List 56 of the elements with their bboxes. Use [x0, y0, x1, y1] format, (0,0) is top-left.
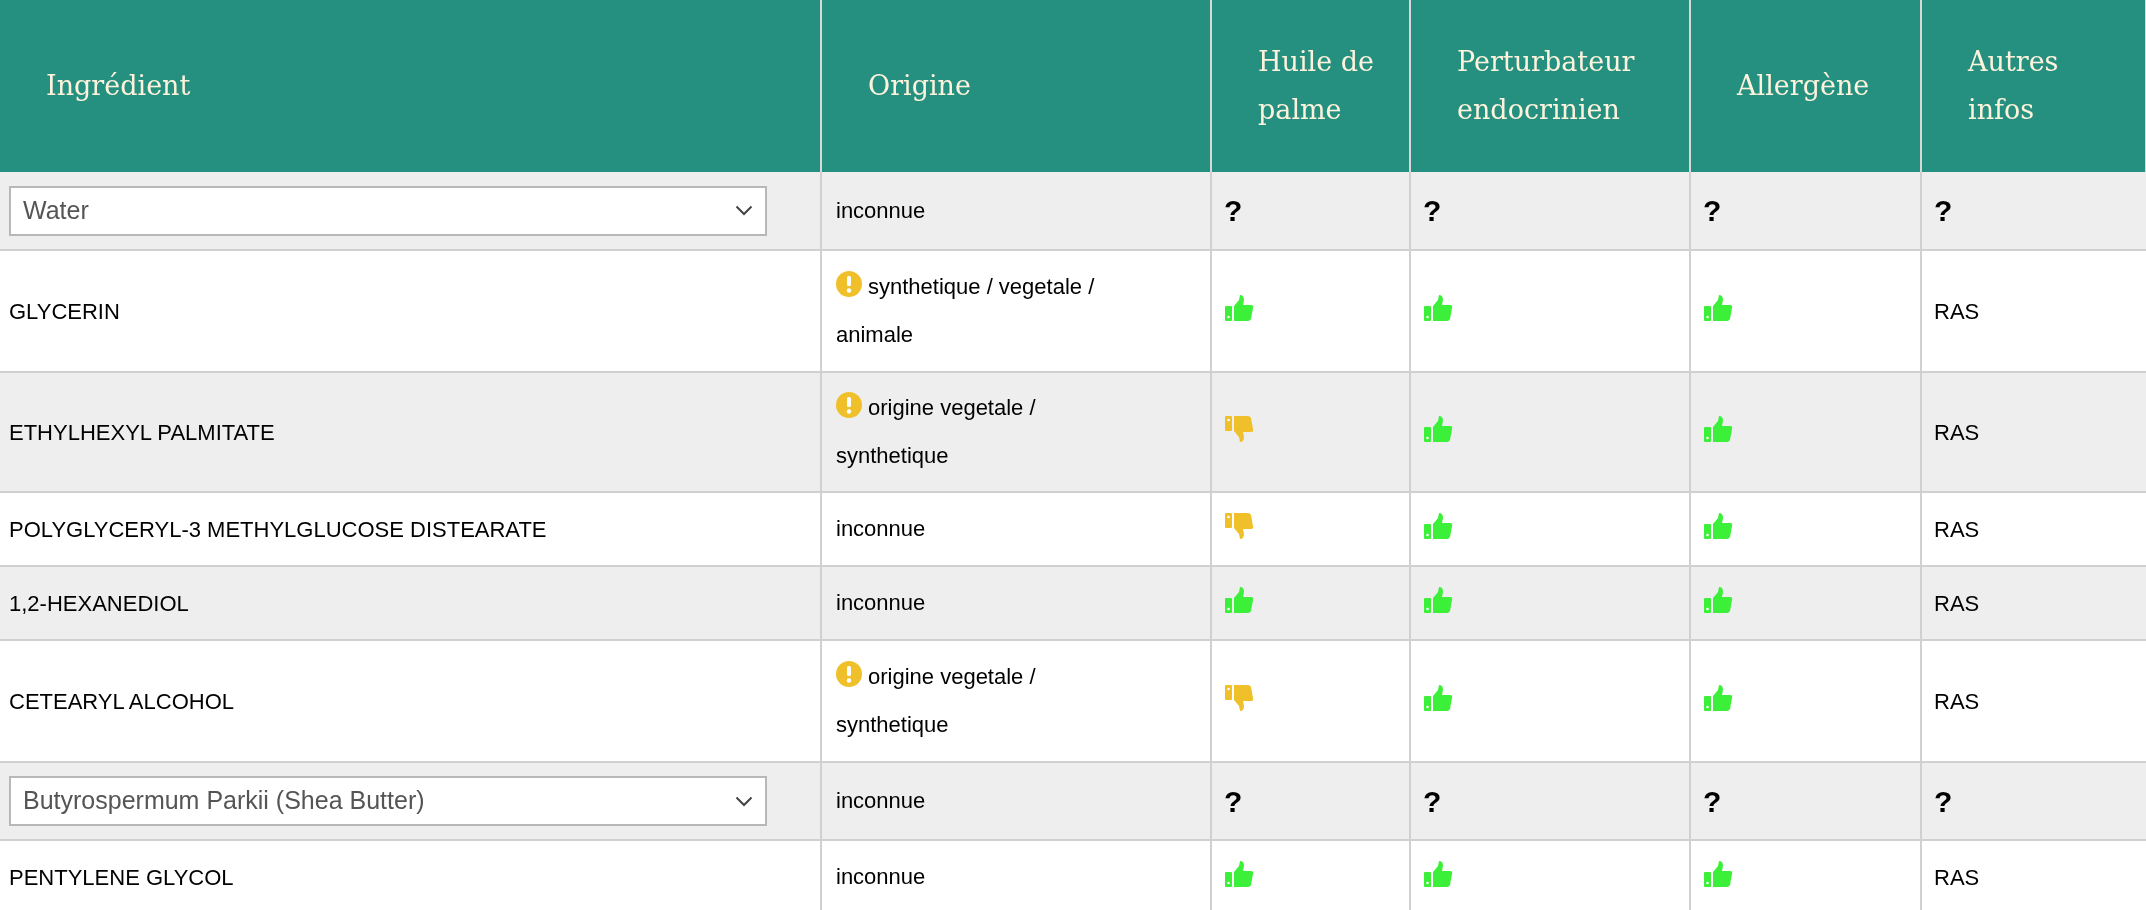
unknown-mark: ?	[1423, 784, 1442, 818]
ingredient-dropdown[interactable]: Water	[9, 185, 767, 236]
ingredient-dropdown[interactable]: Butyrospermum Parkii (Shea Butter)	[9, 776, 767, 826]
origin-text: inconnue	[836, 864, 926, 889]
info-text: RAS	[1934, 864, 1980, 890]
thumbs-up-icon	[1224, 585, 1254, 614]
column-header: Huile de palme	[1258, 45, 1376, 127]
unknown-mark: ?	[1703, 194, 1722, 227]
thumbs-up-icon	[1703, 511, 1733, 540]
info-text: RAS	[1934, 516, 1980, 542]
ingredient-name: GLYCERIN	[9, 298, 120, 324]
unknown-mark: ?	[1934, 194, 1953, 227]
thumbs-up-icon	[1224, 859, 1254, 888]
origin-text: origine vegetale / synthetique	[836, 395, 1036, 468]
info-text: RAS	[1934, 298, 1980, 324]
chevron-down-icon	[735, 795, 753, 807]
origin-text: inconnue	[836, 516, 926, 541]
ingredient-name: POLYGLYCERYL-3 METHYLGLUCOSE DISTEARATE	[9, 516, 547, 542]
thumbs-down-icon	[1224, 511, 1254, 540]
unknown-mark: ?	[1703, 784, 1722, 818]
unknown-mark: ?	[1224, 194, 1243, 227]
thumbs-up-icon	[1703, 293, 1733, 322]
column-header: Perturbateur endocrinien	[1457, 45, 1636, 127]
unknown-mark: ?	[1934, 784, 1953, 818]
column-header: Ingrédient	[46, 69, 192, 103]
thumbs-down-icon	[1224, 683, 1254, 712]
info-text: RAS	[1934, 419, 1980, 445]
thumbs-up-icon	[1423, 683, 1453, 712]
thumbs-down-icon	[1224, 414, 1254, 443]
thumbs-up-icon	[1423, 293, 1453, 322]
thumbs-up-icon	[1703, 859, 1733, 888]
info-text: RAS	[1934, 688, 1980, 714]
ingredient-name: 1,2-HEXANEDIOL	[9, 590, 189, 616]
thumbs-up-icon	[1423, 414, 1453, 443]
origin-text: inconnue	[836, 197, 926, 223]
unknown-mark: ?	[1224, 784, 1243, 818]
thumbs-up-icon	[1703, 585, 1733, 614]
ingredient-name: ETHYLHEXYL PALMITATE	[9, 419, 275, 445]
column-header: Allergène	[1737, 69, 1871, 103]
column-header: Origine	[868, 69, 972, 103]
origin-text: inconnue	[836, 590, 926, 615]
origin-text: origine vegetale / synthetique	[836, 664, 1036, 737]
ingredient-name: PENTYLENE GLYCOL	[9, 864, 234, 890]
info-text: RAS	[1934, 590, 1980, 616]
unknown-mark: ?	[1423, 194, 1442, 227]
origin-text: synthetique / vegetale / animale	[836, 274, 1095, 347]
column-header: Autres infos	[1968, 45, 2060, 127]
thumbs-up-icon	[1423, 859, 1453, 888]
thumbs-up-icon	[1224, 293, 1254, 322]
thumbs-up-icon	[1703, 683, 1733, 712]
origin-text: inconnue	[836, 788, 926, 813]
ingredient-name: CETEARYL ALCOHOL	[9, 688, 234, 714]
thumbs-up-icon	[1703, 414, 1733, 443]
thumbs-up-icon	[1423, 511, 1453, 540]
thumbs-up-icon	[1423, 585, 1453, 614]
chevron-down-icon	[735, 205, 753, 216]
